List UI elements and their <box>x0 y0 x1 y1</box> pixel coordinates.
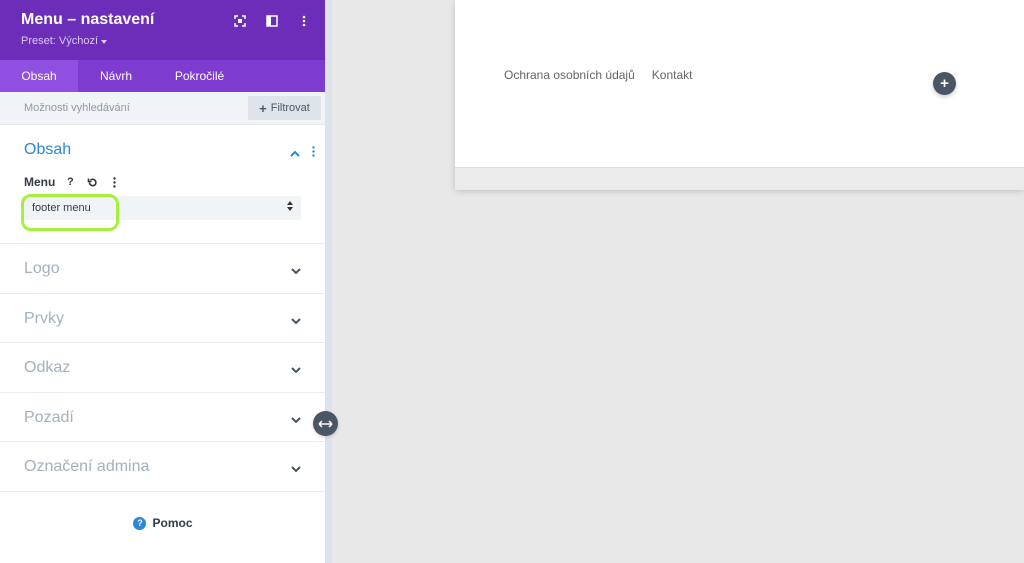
panel-divider <box>326 0 332 563</box>
panel-tabs: Obsah Návrh Pokročilé <box>0 60 325 92</box>
chevron-down-icon <box>291 460 301 478</box>
chevron-down-icon <box>291 262 301 280</box>
footer-section: Ochrana osobních údajů Kontakt + <box>455 0 1024 167</box>
tab-obsah[interactable]: Obsah <box>0 60 78 92</box>
chevron-down-icon <box>291 411 301 429</box>
search-input[interactable] <box>14 97 234 119</box>
panel-header: Menu – nastavení Preset: Výchozí <box>0 0 325 60</box>
chevron-down-icon <box>291 361 301 379</box>
preset-dropdown[interactable]: Preset: Výchozí <box>21 35 108 47</box>
section-title: Prvky <box>24 309 64 327</box>
help-icon[interactable]: ? <box>63 175 77 189</box>
help-label: Pomoc <box>152 516 193 530</box>
section-pozadi[interactable]: Pozadí <box>0 393 325 443</box>
menu-select-value: footer menu <box>32 202 91 214</box>
caret-down-icon <box>101 39 108 44</box>
filter-button[interactable]: + Filtrovat <box>248 96 321 120</box>
section-obsah: Obsah Menu ? footer menu <box>0 125 325 244</box>
section-title: Označení admina <box>24 458 150 476</box>
more-vertical-icon[interactable] <box>312 144 315 162</box>
section-odkaz[interactable]: Odkaz <box>0 343 325 393</box>
section-title: Odkaz <box>24 359 71 377</box>
plus-icon: + <box>259 100 267 116</box>
footer-menu: Ochrana osobních údajů Kontakt <box>504 68 692 82</box>
more-vertical-icon[interactable] <box>107 175 121 189</box>
preset-label: Preset: Výchozí <box>21 35 99 47</box>
menu-item[interactable]: Kontakt <box>652 68 693 82</box>
resize-arrows-icon <box>318 419 333 428</box>
panel-title: Menu – nastavení <box>21 11 155 28</box>
section-title: Pozadí <box>24 408 74 426</box>
section-obsah-title[interactable]: Obsah <box>24 141 71 159</box>
help-icon: ? <box>133 516 147 530</box>
tab-pokrocile[interactable]: Pokročilé <box>154 60 245 92</box>
section-title: Logo <box>24 260 60 277</box>
help-link[interactable]: ? Pomoc <box>0 516 326 530</box>
add-module-button[interactable]: + <box>933 72 956 95</box>
filter-label: Filtrovat <box>270 102 310 114</box>
settings-panel: Menu – nastavení Preset: Výchozí Obsah N… <box>0 0 326 563</box>
section-logo[interactable]: Logo <box>0 244 325 294</box>
menu-field-label: Menu <box>24 175 56 189</box>
reset-icon[interactable] <box>85 175 99 189</box>
section-prvky[interactable]: Prvky <box>0 294 325 344</box>
page-preview: Ochrana osobních údajů Kontakt + <box>455 0 1024 190</box>
menu-select[interactable]: footer menu <box>21 196 301 220</box>
chevron-down-icon <box>291 312 301 330</box>
page-bottom-strip <box>455 167 1024 190</box>
menu-item[interactable]: Ochrana osobních údajů <box>504 68 635 82</box>
more-vertical-icon[interactable] <box>295 12 313 30</box>
chevron-up-icon[interactable] <box>290 144 300 162</box>
tab-navrh[interactable]: Návrh <box>78 60 154 92</box>
search-bar: + Filtrovat <box>0 92 325 125</box>
sidebar-toggle-icon[interactable] <box>263 12 281 30</box>
focus-icon[interactable] <box>231 12 249 30</box>
select-arrows-icon <box>287 201 293 211</box>
resize-handle[interactable] <box>313 411 338 436</box>
section-oznaceni-admina[interactable]: Označení admina <box>0 442 325 492</box>
